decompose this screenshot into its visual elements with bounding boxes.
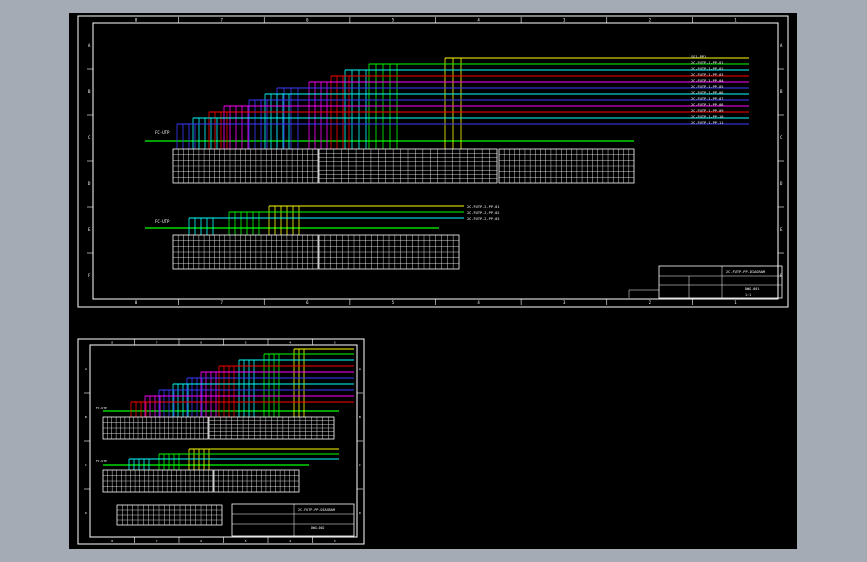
- cable-label: 2C-FUTP-1-PP-10: [691, 115, 723, 119]
- terminal-block-tables: [172, 148, 635, 270]
- column-marker: 5: [245, 539, 247, 543]
- row-marker: C: [88, 135, 91, 140]
- sheet-outer-border: [77, 338, 365, 545]
- row-marker: A: [359, 367, 361, 371]
- upper-wire-harness: [103, 348, 354, 470]
- upper-bus-label: FC-UTP: [96, 406, 107, 410]
- cable-label: 2C-FUTP-1-PP-01: [691, 61, 723, 65]
- row-marker: C: [85, 463, 87, 467]
- lower-bus-label: FC-UTP: [155, 219, 170, 224]
- row-marker: F: [780, 273, 783, 278]
- title-block: 2C-FUTP-PP-DIAGRAM DWG-001 1:1: [628, 265, 783, 299]
- column-marker: 2: [649, 300, 652, 305]
- row-marker: A: [85, 367, 87, 371]
- title-block-drawing-number: DWG-002: [311, 526, 325, 530]
- row-marker: D: [85, 511, 87, 515]
- cable-label: 2C-FUTP-1-PP-06: [691, 91, 723, 95]
- column-marker: 6: [200, 341, 202, 345]
- cable-label: 2C-FUTP-1-PP-02: [691, 67, 723, 71]
- row-marker: A: [88, 43, 91, 48]
- column-marker: 5: [392, 300, 395, 305]
- column-marker: 8: [135, 300, 138, 305]
- row-marker: D: [780, 181, 783, 186]
- cad-drawing-canvas: 8 8 7 7 6 6 5 5 4 4 3 3 2 2 1 1 A A B B C C D D E E F F FC-UTP FC-U…: [77, 15, 789, 545]
- upper-wire-harness: [145, 57, 749, 235]
- row-marker: D: [359, 511, 361, 515]
- column-marker: 6: [200, 539, 202, 543]
- upper-bus-label: FC-UTP: [155, 130, 170, 135]
- row-marker: B: [85, 415, 87, 419]
- upper-cable-labels: SG1-PP1 2C-FUTP-1-PP-01 2C-FUTP-1-PP-02 …: [691, 55, 723, 125]
- column-marker: 4: [289, 341, 291, 345]
- column-marker: 5: [245, 341, 247, 345]
- column-marker: 1: [734, 18, 737, 23]
- cable-label: 2C-FUTP-2-PP-01: [467, 205, 499, 209]
- cable-label: 2C-FUTP-1-PP-11: [691, 121, 723, 125]
- row-marker: D: [88, 181, 91, 186]
- column-marker: 3: [334, 539, 336, 543]
- cad-viewport[interactable]: 8 8 7 7 6 6 5 5 4 4 3 3 2 2 1 1 A A B B C C D D E E F F FC-UTP FC-U…: [69, 13, 797, 549]
- column-marker: 3: [563, 300, 566, 305]
- title-block-drawing-title: 2C-FUTP-PP-DIAGRAM: [298, 508, 335, 512]
- column-marker: 7: [220, 300, 223, 305]
- lower-bus-label: FC-UTP: [96, 459, 107, 463]
- column-marker: 2: [649, 18, 652, 23]
- column-marker: 5: [392, 18, 395, 23]
- cable-label: SG1-PP1: [691, 55, 706, 59]
- row-marker: B: [88, 89, 91, 94]
- row-marker: E: [88, 227, 91, 232]
- title-block-scale: 1:1: [745, 293, 751, 297]
- column-marker: 4: [289, 539, 291, 543]
- title-block-drawing-title: 2C-FUTP-PP-DIAGRAM: [726, 270, 766, 274]
- drawing-sheet-1[interactable]: 8 8 7 7 6 6 5 5 4 4 3 3 2 2 1 1 A A B B C C D D E E F F FC-UTP FC-U…: [77, 15, 789, 308]
- column-marker: 3: [563, 18, 566, 23]
- title-block: 2C-FUTP-PP-DIAGRAM DWG-002: [231, 503, 355, 537]
- lower-cable-labels: 2C-FUTP-2-PP-01 2C-FUTP-2-PP-02 2C-FUTP-…: [467, 205, 499, 221]
- row-marker: A: [780, 43, 783, 48]
- cable-label: 2C-FUTP-1-PP-08: [691, 103, 723, 107]
- row-marker: E: [780, 227, 783, 232]
- column-marker: 7: [156, 539, 158, 543]
- border-tick-marks: 8 8 7 7 6 6 5 5 4 4 3 3 A A B B C C D D: [84, 339, 363, 543]
- column-marker: 1: [734, 300, 737, 305]
- column-marker: 3: [334, 341, 336, 345]
- row-marker: C: [780, 135, 783, 140]
- title-block-drawing-number: DWG-001: [745, 287, 759, 291]
- column-marker: 7: [156, 341, 158, 345]
- cable-label: 2C-FUTP-1-PP-07: [691, 97, 723, 101]
- row-marker: B: [780, 89, 783, 94]
- column-marker: 6: [306, 18, 309, 23]
- column-marker: 8: [111, 539, 113, 543]
- cable-label: 2C-FUTP-1-PP-04: [691, 79, 723, 83]
- cable-label: 2C-FUTP-1-PP-09: [691, 109, 723, 113]
- column-marker: 4: [477, 300, 480, 305]
- column-marker: 6: [306, 300, 309, 305]
- column-marker: 7: [220, 18, 223, 23]
- cable-label: 2C-FUTP-1-PP-03: [691, 73, 723, 77]
- row-marker: C: [359, 463, 361, 467]
- cable-label: 2C-FUTP-2-PP-03: [467, 217, 499, 221]
- drawing-sheet-2[interactable]: 8 8 7 7 6 6 5 5 4 4 3 3 A A B B C C D D FC-UTP FC-UTP 2C-FU…: [77, 338, 365, 545]
- cable-label: 2C-FUTP-2-PP-02: [467, 211, 499, 215]
- row-marker: F: [88, 273, 91, 278]
- cable-label: 2C-FUTP-1-PP-05: [691, 85, 723, 89]
- row-marker: B: [359, 415, 361, 419]
- column-marker: 8: [135, 18, 138, 23]
- column-marker: 4: [477, 18, 480, 23]
- column-marker: 8: [111, 341, 113, 345]
